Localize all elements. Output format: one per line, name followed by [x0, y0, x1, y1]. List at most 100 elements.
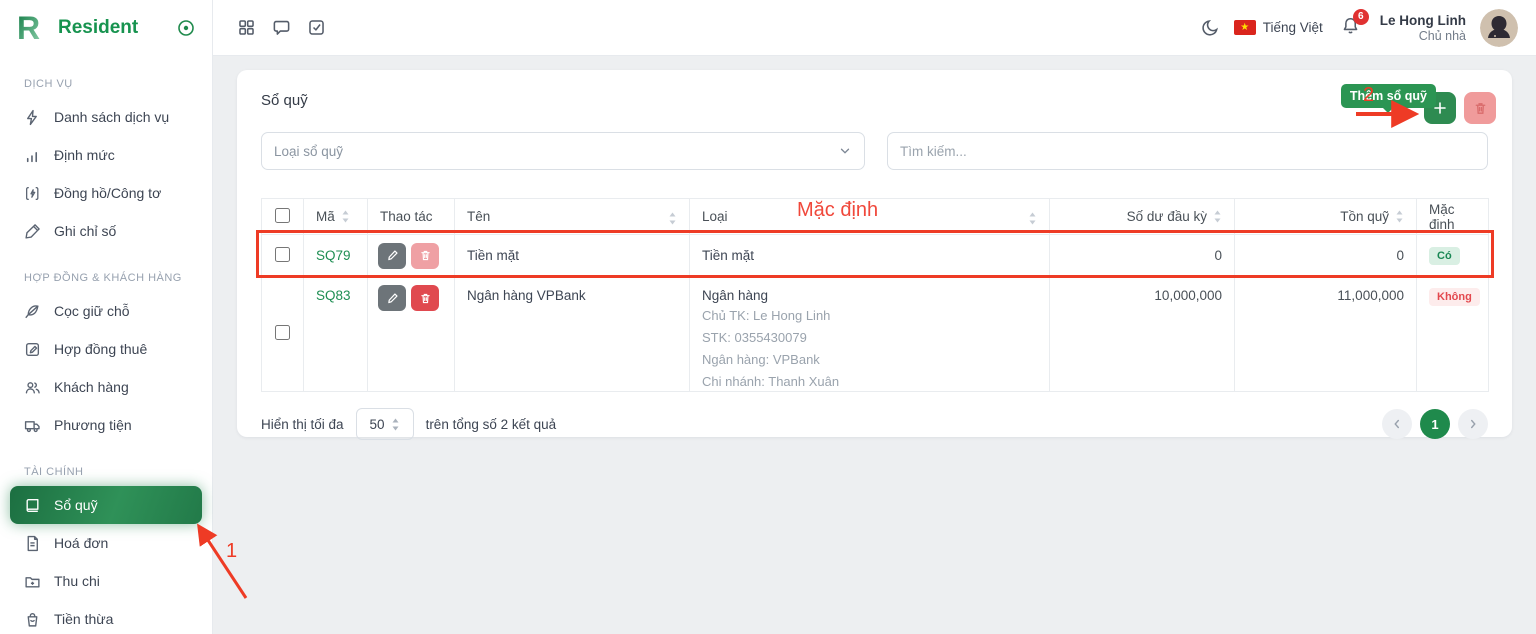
brand[interactable]: R Resident — [0, 0, 212, 56]
sidebar-item-danh-sach-dich-vu[interactable]: Danh sách dịch vụ — [0, 98, 212, 136]
table-footer: Hiển thị tối đa 50 trên tổng số 2 kết qu… — [261, 407, 1488, 441]
bar-chart-icon — [24, 147, 41, 164]
cashbook-type: Tiền mặt — [702, 248, 754, 263]
row-checkbox[interactable] — [275, 325, 290, 340]
sidebar-item-label: Cọc giữ chỗ — [54, 303, 130, 319]
contract-icon — [24, 341, 41, 358]
truck-icon — [24, 417, 41, 434]
sidebar-item-label: Hoá đơn — [54, 535, 108, 551]
sidebar-section-finance: TÀI CHÍNH Sổ quỹ Hoá đơn Thu chi Tiền th… — [0, 458, 212, 634]
sidebar-item-hop-dong-thue[interactable]: Hợp đồng thuê — [0, 330, 212, 368]
chevron-left-icon — [1390, 417, 1404, 431]
language-selector[interactable]: ★ Tiếng Việt — [1234, 20, 1323, 35]
user-name: Le Hong Linh — [1380, 13, 1466, 28]
cashbook-name: Ngân hàng VPBank — [467, 288, 586, 303]
sidebar-item-label: Sổ quỹ — [54, 497, 98, 513]
cashbook-type: Ngân hàng — [702, 288, 1037, 303]
card-actions: Thêm sổ quỹ — [1424, 92, 1496, 124]
sidebar-item-coc-giu-cho[interactable]: Cọc giữ chỗ — [0, 292, 212, 330]
sidebar-item-label: Thu chi — [54, 573, 100, 589]
sidebar-item-hoa-don[interactable]: Hoá đơn — [0, 524, 212, 562]
opening-balance-value: 10,000,000 — [1154, 288, 1222, 303]
chat-icon[interactable] — [272, 18, 291, 37]
page-title: Sổ quỹ — [261, 92, 1488, 110]
brand-logo-icon: R — [14, 11, 48, 45]
add-tooltip: Thêm sổ quỹ — [1341, 84, 1436, 108]
cashbook-type-select[interactable]: Loại sổ quỹ — [261, 132, 865, 170]
cashbook-code-link[interactable]: SQ83 — [316, 288, 351, 303]
sidebar-item-label: Đồng hồ/Công tơ — [54, 185, 161, 201]
prev-page-button[interactable] — [1382, 409, 1412, 439]
sidebar-item-thu-chi[interactable]: Thu chi — [0, 562, 212, 600]
next-page-button[interactable] — [1458, 409, 1488, 439]
edit-button[interactable] — [378, 243, 406, 269]
bank-account-number: STK: 0355430079 — [702, 328, 1037, 347]
user-role: Chủ nhà — [1380, 29, 1466, 43]
pagination: 1 — [1382, 409, 1488, 439]
opening-balance-value: 0 — [1214, 248, 1222, 263]
page-1-button[interactable]: 1 — [1420, 409, 1450, 439]
chevron-down-icon — [838, 144, 852, 158]
column-header-actions: Thao tác — [380, 209, 433, 224]
cashbook-table: Mã Thao tác Tên Loại Số dư đầu kỳ Tồn qu… — [261, 198, 1488, 392]
notification-count-badge: 6 — [1353, 9, 1369, 25]
edit-button[interactable] — [378, 285, 406, 311]
task-check-icon[interactable] — [307, 18, 326, 37]
book-icon — [24, 497, 41, 514]
sidebar-item-label: Ghi chỉ số — [54, 223, 116, 239]
edit-icon — [386, 292, 399, 305]
sidebar-item-phuong-tien[interactable]: Phương tiện — [0, 406, 212, 444]
sidebar-item-khach-hang[interactable]: Khách hàng — [0, 368, 212, 406]
user-menu[interactable]: Le Hong Linh Chủ nhà — [1380, 13, 1466, 43]
delete-button[interactable] — [411, 285, 439, 311]
trash-icon — [1473, 101, 1488, 116]
sidebar-item-label: Định mức — [54, 147, 115, 163]
app: R Resident DỊCH VỤ Danh sách dịch vụ Địn… — [0, 0, 1536, 634]
delete-button[interactable] — [411, 243, 439, 269]
sidebar: R Resident DỊCH VỤ Danh sách dịch vụ Địn… — [0, 0, 213, 634]
per-page-stepper[interactable]: 50 — [356, 408, 414, 440]
sidebar-item-label: Hợp đồng thuê — [54, 341, 147, 357]
chevron-right-icon — [1466, 417, 1480, 431]
zap-icon — [24, 109, 41, 126]
avatar[interactable] — [1480, 9, 1518, 47]
notifications-button[interactable]: 6 — [1341, 16, 1360, 40]
feather-icon — [24, 303, 41, 320]
bank-name: Ngân hàng: VPBank — [702, 350, 1037, 369]
money-bag-icon — [24, 611, 41, 628]
column-header-code: Mã — [316, 209, 335, 224]
total-results-label: trên tổng số 2 kết quả — [426, 417, 557, 432]
dark-mode-moon-icon[interactable] — [1201, 18, 1220, 37]
sort-icon[interactable] — [1395, 210, 1404, 223]
sidebar-item-ghi-chi-so[interactable]: Ghi chỉ số — [0, 212, 212, 250]
sort-icon[interactable] — [341, 210, 350, 223]
sidebar-item-label: Khách hàng — [54, 379, 129, 395]
cashbook-code-link[interactable]: SQ79 — [316, 248, 351, 263]
sidebar-item-tien-thua[interactable]: Tiền thừa — [0, 600, 212, 634]
sidebar-item-dinh-muc[interactable]: Định mức — [0, 136, 212, 174]
column-header-default: Mặc định — [1429, 202, 1455, 232]
sort-icon[interactable] — [668, 212, 677, 225]
sort-icon[interactable] — [1213, 210, 1222, 223]
row-checkbox[interactable] — [275, 247, 290, 262]
sidebar-section-services: DỊCH VỤ Danh sách dịch vụ Định mức Đồng … — [0, 70, 212, 250]
sidebar-item-dong-ho-cong-to[interactable]: Đồng hồ/Công tơ — [0, 174, 212, 212]
apps-grid-icon[interactable] — [237, 18, 256, 37]
select-all-checkbox[interactable] — [275, 208, 290, 223]
bank-branch: Chi nhánh: Thanh Xuân — [702, 372, 1037, 391]
default-badge: Không — [1429, 288, 1480, 306]
svg-text:R: R — [17, 11, 40, 45]
select-placeholder: Loại sổ quỹ — [274, 144, 343, 159]
invoice-icon — [24, 535, 41, 552]
sidebar-collapse-icon[interactable] — [176, 18, 196, 38]
sidebar-item-label: Tiền thừa — [54, 611, 113, 627]
delete-selected-button[interactable] — [1464, 92, 1496, 124]
pen-icon — [24, 223, 41, 240]
sort-icon[interactable] — [1028, 212, 1037, 225]
stepper-carets-icon — [391, 418, 400, 431]
search-input[interactable] — [887, 132, 1488, 170]
column-header-opening-balance: Số dư đầu kỳ — [1127, 209, 1207, 224]
table-header-row: Mã Thao tác Tên Loại Số dư đầu kỳ Tồn qu… — [262, 199, 1489, 235]
sidebar-item-so-quy[interactable]: Sổ quỹ — [10, 486, 202, 524]
sidebar-item-label: Phương tiện — [54, 417, 132, 433]
